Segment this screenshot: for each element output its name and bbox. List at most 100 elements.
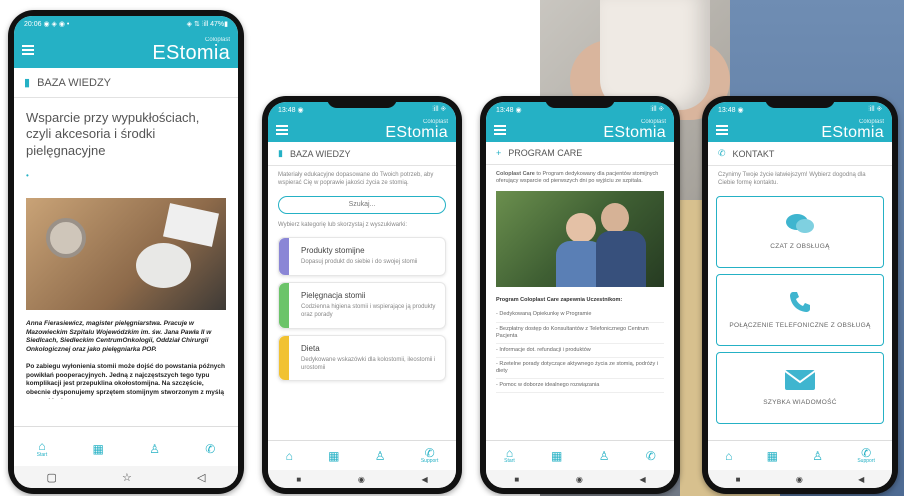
hamburger-icon[interactable] xyxy=(494,125,506,135)
category-color-bar xyxy=(279,335,289,381)
nav-contact-button[interactable]: ✆ Support xyxy=(857,447,875,464)
category-color-bar xyxy=(279,283,289,328)
benefit-item: - Informacje dot. refundacji i produktów xyxy=(496,344,664,358)
phone-4-screen: 13:48 ◉ ⫶ill ◈ Coloplast EStomia ✆ KONTA… xyxy=(708,102,892,488)
nav-home-button[interactable]: ⌂ Start xyxy=(504,447,515,464)
category-card[interactable]: Pielęgnacja stomii Codzienna higiena stom… xyxy=(278,282,446,329)
system-keys: ■ ◉ ◀ xyxy=(708,470,892,488)
brand-logo: Coloplast EStomia xyxy=(385,119,448,141)
home-star-button[interactable]: ☆ xyxy=(122,471,132,484)
calendar-icon: ▦ xyxy=(766,448,779,463)
section-header: ▮ BAZA WIEDZY xyxy=(14,68,238,98)
app-header: Coloplast EStomia xyxy=(14,32,238,68)
nav-profile-button[interactable]: ♙ xyxy=(599,450,610,462)
phone-1: 20:06 ◉ ◈ ◉ • ◈ ⇅ ⫶ill 47%▮ Coloplast ES… xyxy=(8,10,244,494)
nav-profile-button[interactable]: ♙ xyxy=(812,450,823,462)
nav-home-label: Start xyxy=(504,458,515,464)
search-placeholder: Szukaj... xyxy=(348,201,376,209)
nav-calendar-button[interactable]: ▦ xyxy=(551,450,562,462)
nav-contact-button[interactable]: ✆ Support xyxy=(421,447,439,464)
phone-3: 13:48 ◉ ⫶ill ◈ Coloplast EStomia + PROGR… xyxy=(480,96,680,494)
section-title: KONTAKT xyxy=(732,148,775,159)
back-button[interactable]: ◀ xyxy=(640,475,646,484)
home-button[interactable]: ◉ xyxy=(358,475,365,484)
phone-icon: ✆ xyxy=(645,448,656,463)
hamburger-icon[interactable] xyxy=(276,125,288,135)
brand-name: EStomia xyxy=(152,42,230,64)
calendar-icon: ▦ xyxy=(328,448,340,463)
home-button[interactable]: ◉ xyxy=(576,475,583,484)
nav-calendar-button[interactable]: ▦ xyxy=(93,438,104,456)
benefit-item: - Pomoc w doborze idealnego rozwiązania xyxy=(496,379,664,394)
phone-call-icon xyxy=(790,292,810,313)
back-button[interactable]: ◀ xyxy=(858,475,864,484)
hamburger-icon[interactable] xyxy=(716,125,728,135)
nav-calendar-button[interactable]: ▦ xyxy=(767,450,778,462)
nav-home-button[interactable]: ⌂ xyxy=(725,450,732,462)
choose-text: Wybierz kategorię lub skorzystaj z wyszu… xyxy=(278,221,407,228)
brand-small: Coloplast xyxy=(640,119,666,125)
nav-home-button[interactable]: ⌂ xyxy=(286,450,293,462)
app-header: Coloplast EStomia xyxy=(268,118,456,142)
envelope-icon xyxy=(784,370,816,391)
search-input[interactable]: Szukaj... xyxy=(278,195,446,214)
status-time: 20:06 ◉ ◈ ◉ • xyxy=(24,21,70,28)
benefit-item: - Dedykowaną Opiekunkę w Programie xyxy=(496,308,664,323)
brand-logo: Coloplast EStomia xyxy=(603,119,666,141)
intro-text: Czynimy Twoje życie łatwiejszym! Wybierz… xyxy=(718,172,866,186)
nav-profile-button[interactable]: ♙ xyxy=(149,438,160,456)
status-time: 13:48 ◉ xyxy=(496,107,522,114)
calendar-icon: ▦ xyxy=(92,441,104,456)
bottom-nav: ⌂ Start ▦ ♙ ✆ xyxy=(14,426,238,466)
brand-name: EStomia xyxy=(603,124,666,141)
benefit-item: - Bezpłatny dostęp do Konsultantów z Tel… xyxy=(496,323,664,344)
bottom-nav: ⌂ ▦ ♙ ✆ Support xyxy=(268,440,456,470)
nav-home-label: Start xyxy=(36,452,48,458)
benefit-item: - Rzetelne porady dotyczące aktywnego ży… xyxy=(496,358,664,380)
quick-message-button[interactable]: SZYBKA WIADOMOŚĆ xyxy=(716,351,884,424)
home-button[interactable]: ◉ xyxy=(796,475,803,484)
status-bar: 20:06 ◉ ◈ ◉ • ◈ ⇅ ⫶ill 47%▮ xyxy=(14,16,238,32)
brand-small: Coloplast xyxy=(858,119,884,125)
category-list: Produkty stomijne Dopasuj produkt do sieb… xyxy=(268,237,456,382)
benefit-list: - Dedykowaną Opiekunkę w Programie - Bezp… xyxy=(486,308,674,394)
dot-divider: • xyxy=(26,170,29,180)
hamburger-icon[interactable] xyxy=(22,45,34,55)
phone-call-button[interactable]: POŁĄCZENIE TELEFONICZNE Z OBSŁUGĄ xyxy=(716,273,884,346)
phone-notch xyxy=(765,96,835,108)
status-indicators: ◈ ⇅ ⫶ill 47%▮ xyxy=(186,20,228,28)
phone-3-screen: 13:48 ◉ ⫶ill ◈ Coloplast EStomia + PROGR… xyxy=(486,102,674,488)
article-image xyxy=(26,197,226,310)
recent-apps-button[interactable]: ■ xyxy=(514,475,519,484)
nav-contact-label: Support xyxy=(857,458,875,464)
category-card[interactable]: Dieta Dedykowane wskazówki dla kolostomii… xyxy=(278,334,446,382)
nav-calendar-button[interactable]: ▦ xyxy=(328,450,339,462)
nav-home-button[interactable]: ⌂ Start xyxy=(37,435,48,458)
nav-contact-button[interactable]: ✆ xyxy=(646,450,656,462)
category-title: Produkty stomijne xyxy=(301,246,365,256)
section-header: ✆ KONTAKT xyxy=(708,142,892,166)
back-button[interactable]: ◀ xyxy=(422,475,428,484)
bottom-nav: ⌂ ▦ ♙ ✆ Support xyxy=(708,440,892,470)
back-button[interactable]: ◁ xyxy=(197,471,205,484)
system-keys: ■ ◉ ◀ xyxy=(268,470,456,488)
app-header: Coloplast EStomia xyxy=(708,118,892,142)
status-time: 13:48 ◉ xyxy=(278,107,304,114)
person-icon: ♙ xyxy=(374,448,386,463)
recent-apps-button[interactable]: ▢ xyxy=(47,471,57,484)
chat-button[interactable]: CZAT Z OBSŁUGĄ xyxy=(716,195,884,268)
nav-contact-label: Support xyxy=(420,458,439,464)
nav-contact-button[interactable]: ✆ xyxy=(205,438,215,456)
home-icon: ⌂ xyxy=(285,448,293,463)
category-title: Pielęgnacja stomii xyxy=(301,291,366,301)
nav-profile-button[interactable]: ♙ xyxy=(375,450,386,462)
article-body: Po zabiegu wyłonienia stomii może dojść … xyxy=(26,362,225,399)
phone-notch xyxy=(545,96,615,108)
phone-notch xyxy=(327,96,397,108)
photo-cup xyxy=(600,0,710,110)
recent-apps-button[interactable]: ■ xyxy=(736,475,741,484)
category-card[interactable]: Produkty stomijne Dopasuj produkt do sieb… xyxy=(278,237,446,277)
recent-apps-button[interactable]: ■ xyxy=(296,475,301,484)
plus-icon: + xyxy=(496,148,502,158)
status-indicators: ⫶ill ◈ xyxy=(868,106,882,113)
